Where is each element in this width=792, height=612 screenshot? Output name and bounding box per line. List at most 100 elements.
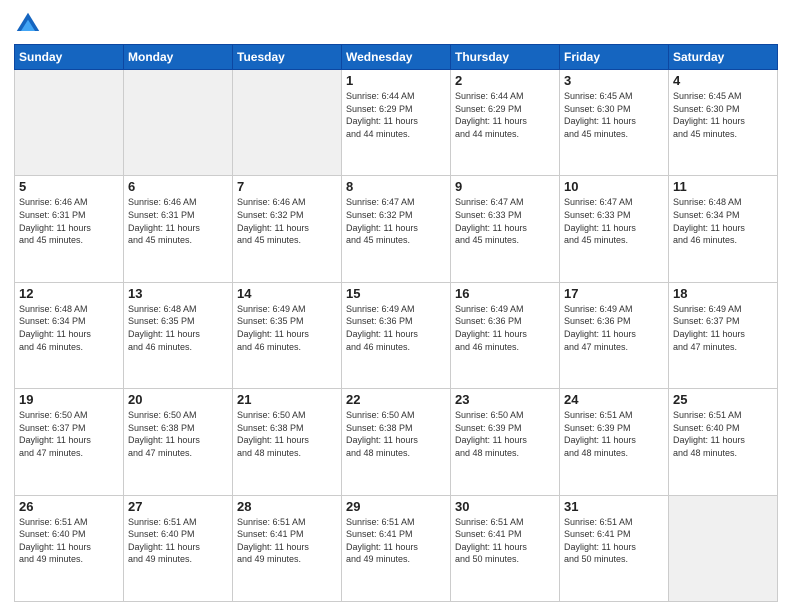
calendar-cell: 28 Sunrise: 6:51 AM Sunset: 6:41 PM Dayli… [233,495,342,601]
day-number: 3 [564,73,664,88]
page: SundayMondayTuesdayWednesdayThursdayFrid… [0,0,792,612]
calendar-cell [124,70,233,176]
weekday-header-row: SundayMondayTuesdayWednesdayThursdayFrid… [15,45,778,70]
header [14,10,778,38]
calendar-cell: 7Sunrise: 6:46 AM Sunset: 6:32 PM Daylig… [233,176,342,282]
calendar-cell: 12Sunrise: 6:48 AM Sunset: 6:34 PM Dayli… [15,282,124,388]
weekday-header-friday: Friday [560,45,669,70]
calendar-cell: 5 Sunrise: 6:46 AM Sunset: 6:31 PM Daylig… [15,176,124,282]
day-number: 17 [564,286,664,301]
calendar-cell: 18Sunrise: 6:49 AM Sunset: 6:37 PM Dayli… [669,282,778,388]
day-number: 30 [455,499,555,514]
day-number: 15 [346,286,446,301]
day-number: 20 [128,392,228,407]
calendar-cell [233,70,342,176]
calendar-cell: 29 Sunrise: 6:51 AM Sunset: 6:41 PM Dayli… [342,495,451,601]
calendar-cell: 21 Sunrise: 6:50 AM Sunset: 6:38 PM Dayli… [233,389,342,495]
day-info: Sunrise: 6:50 AM Sunset: 6:38 PM Dayligh… [237,409,337,459]
calendar-cell: 19 Sunrise: 6:50 AM Sunset: 6:37 PM Dayli… [15,389,124,495]
week-row-3: 19 Sunrise: 6:50 AM Sunset: 6:37 PM Dayli… [15,389,778,495]
day-info: Sunrise: 6:48 AM Sunset: 6:34 PM Dayligh… [19,303,119,353]
calendar-cell: 14 Sunrise: 6:49 AM Sunset: 6:35 PM Dayli… [233,282,342,388]
day-info: Sunrise: 6:46 AM Sunset: 6:31 PM Dayligh… [19,196,119,246]
calendar-cell: 4 Sunrise: 6:45 AM Sunset: 6:30 PM Daylig… [669,70,778,176]
day-number: 11 [673,179,773,194]
day-number: 5 [19,179,119,194]
day-number: 28 [237,499,337,514]
day-info: Sunrise: 6:44 AM Sunset: 6:29 PM Dayligh… [455,90,555,140]
day-number: 6 [128,179,228,194]
day-info: Sunrise: 6:49 AM Sunset: 6:36 PM Dayligh… [564,303,664,353]
day-info: Sunrise: 6:51 AM Sunset: 6:40 PM Dayligh… [128,516,228,566]
day-number: 31 [564,499,664,514]
day-number: 4 [673,73,773,88]
day-number: 29 [346,499,446,514]
day-info: Sunrise: 6:48 AM Sunset: 6:34 PM Dayligh… [673,196,773,246]
day-info: Sunrise: 6:50 AM Sunset: 6:38 PM Dayligh… [346,409,446,459]
day-info: Sunrise: 6:45 AM Sunset: 6:30 PM Dayligh… [564,90,664,140]
day-number: 19 [19,392,119,407]
day-info: Sunrise: 6:51 AM Sunset: 6:40 PM Dayligh… [673,409,773,459]
calendar-cell: 13 Sunrise: 6:48 AM Sunset: 6:35 PM Dayli… [124,282,233,388]
week-row-1: 5 Sunrise: 6:46 AM Sunset: 6:31 PM Daylig… [15,176,778,282]
day-number: 27 [128,499,228,514]
day-number: 9 [455,179,555,194]
weekday-header-monday: Monday [124,45,233,70]
day-number: 21 [237,392,337,407]
calendar-cell: 8 Sunrise: 6:47 AM Sunset: 6:32 PM Daylig… [342,176,451,282]
weekday-header-wednesday: Wednesday [342,45,451,70]
calendar-cell: 22 Sunrise: 6:50 AM Sunset: 6:38 PM Dayli… [342,389,451,495]
day-info: Sunrise: 6:51 AM Sunset: 6:39 PM Dayligh… [564,409,664,459]
weekday-header-thursday: Thursday [451,45,560,70]
calendar-cell: 9 Sunrise: 6:47 AM Sunset: 6:33 PM Daylig… [451,176,560,282]
day-number: 22 [346,392,446,407]
week-row-4: 26Sunrise: 6:51 AM Sunset: 6:40 PM Dayli… [15,495,778,601]
calendar-cell: 6Sunrise: 6:46 AM Sunset: 6:31 PM Daylig… [124,176,233,282]
calendar: SundayMondayTuesdayWednesdayThursdayFrid… [14,44,778,602]
day-info: Sunrise: 6:51 AM Sunset: 6:41 PM Dayligh… [237,516,337,566]
day-info: Sunrise: 6:49 AM Sunset: 6:35 PM Dayligh… [237,303,337,353]
day-info: Sunrise: 6:44 AM Sunset: 6:29 PM Dayligh… [346,90,446,140]
weekday-header-sunday: Sunday [15,45,124,70]
day-number: 25 [673,392,773,407]
day-info: Sunrise: 6:45 AM Sunset: 6:30 PM Dayligh… [673,90,773,140]
day-number: 23 [455,392,555,407]
day-info: Sunrise: 6:47 AM Sunset: 6:33 PM Dayligh… [455,196,555,246]
day-number: 14 [237,286,337,301]
day-info: Sunrise: 6:47 AM Sunset: 6:33 PM Dayligh… [564,196,664,246]
day-info: Sunrise: 6:51 AM Sunset: 6:41 PM Dayligh… [455,516,555,566]
calendar-cell [669,495,778,601]
day-info: Sunrise: 6:47 AM Sunset: 6:32 PM Dayligh… [346,196,446,246]
weekday-header-tuesday: Tuesday [233,45,342,70]
calendar-cell: 16Sunrise: 6:49 AM Sunset: 6:36 PM Dayli… [451,282,560,388]
day-number: 10 [564,179,664,194]
calendar-cell: 10 Sunrise: 6:47 AM Sunset: 6:33 PM Dayli… [560,176,669,282]
day-info: Sunrise: 6:51 AM Sunset: 6:41 PM Dayligh… [346,516,446,566]
day-number: 16 [455,286,555,301]
weekday-header-saturday: Saturday [669,45,778,70]
calendar-cell: 3 Sunrise: 6:45 AM Sunset: 6:30 PM Daylig… [560,70,669,176]
calendar-cell: 2 Sunrise: 6:44 AM Sunset: 6:29 PM Daylig… [451,70,560,176]
day-info: Sunrise: 6:48 AM Sunset: 6:35 PM Dayligh… [128,303,228,353]
day-number: 13 [128,286,228,301]
day-info: Sunrise: 6:46 AM Sunset: 6:32 PM Dayligh… [237,196,337,246]
calendar-cell: 31Sunrise: 6:51 AM Sunset: 6:41 PM Dayli… [560,495,669,601]
day-number: 8 [346,179,446,194]
calendar-cell: 27 Sunrise: 6:51 AM Sunset: 6:40 PM Dayli… [124,495,233,601]
week-row-2: 12Sunrise: 6:48 AM Sunset: 6:34 PM Dayli… [15,282,778,388]
day-info: Sunrise: 6:51 AM Sunset: 6:40 PM Dayligh… [19,516,119,566]
calendar-cell: 25 Sunrise: 6:51 AM Sunset: 6:40 PM Dayli… [669,389,778,495]
day-number: 24 [564,392,664,407]
calendar-cell: 17 Sunrise: 6:49 AM Sunset: 6:36 PM Dayli… [560,282,669,388]
day-info: Sunrise: 6:50 AM Sunset: 6:39 PM Dayligh… [455,409,555,459]
day-number: 1 [346,73,446,88]
calendar-cell: 11 Sunrise: 6:48 AM Sunset: 6:34 PM Dayli… [669,176,778,282]
week-row-0: 1 Sunrise: 6:44 AM Sunset: 6:29 PM Daylig… [15,70,778,176]
logo [14,10,46,38]
logo-icon [14,10,42,38]
day-number: 2 [455,73,555,88]
calendar-cell [15,70,124,176]
day-info: Sunrise: 6:50 AM Sunset: 6:37 PM Dayligh… [19,409,119,459]
day-number: 18 [673,286,773,301]
calendar-cell: 30 Sunrise: 6:51 AM Sunset: 6:41 PM Dayli… [451,495,560,601]
